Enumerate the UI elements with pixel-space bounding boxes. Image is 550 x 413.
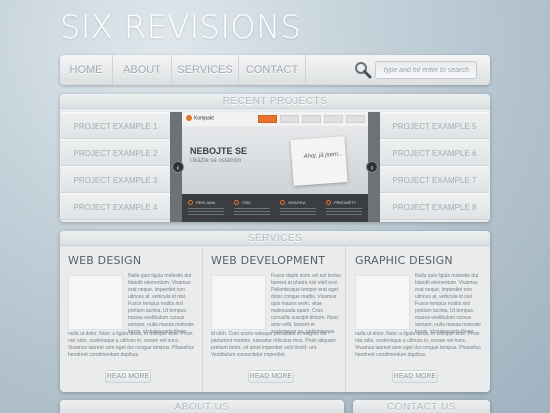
slide-brand-label: Kompakt (194, 115, 214, 122)
project-link[interactable]: PROJECT EXAMPLE 6 (380, 139, 489, 166)
feature-icon (326, 200, 331, 205)
service-web-development: WEB DEVELOPMENT Fusce dapib enim vel est… (203, 246, 346, 392)
nav-contact[interactable]: CONTACT (239, 55, 306, 85)
feature-label: TISK (242, 200, 251, 205)
slide-menu-tab (346, 115, 365, 123)
main-navigation: HOME ABOUT SERVICES CONTACT (60, 55, 490, 85)
feature-label: GRAFIKA (288, 200, 306, 205)
project-link[interactable]: PROJECT EXAMPLE 3 (61, 166, 170, 193)
feature-icon (280, 200, 285, 205)
search-input[interactable] (375, 61, 477, 79)
service-heading: GRAPHIC DESIGN (355, 254, 453, 267)
contact-title: CONTACT US (353, 400, 490, 413)
feature-text-lines (234, 208, 270, 216)
slide-subline: Ukážte se ostatním (190, 158, 242, 164)
feature-label: REKLAMA (196, 200, 216, 205)
project-link[interactable]: PROJECT EXAMPLE 1 (61, 112, 170, 139)
services-panel: SERVICES WEB DESIGN Nulla quis ligula mo… (60, 231, 490, 392)
read-more-button[interactable]: READ MORE (392, 370, 438, 383)
search-icon[interactable] (354, 61, 372, 79)
project-link[interactable]: PROJECT EXAMPLE 2 (61, 139, 170, 166)
slider-prev-button[interactable]: ‹ (172, 161, 184, 173)
feature-text-lines (280, 208, 316, 216)
slide-features: REKLAMA TISK GRAFIKA PŘEDMĚTY (182, 194, 368, 222)
about-title: ABOUT US (60, 400, 344, 413)
read-more-button[interactable]: READ MORE (105, 370, 151, 383)
slide-feature: REKLAMA (186, 198, 228, 218)
service-text: Nulla quis ligula molestie dui blandit e… (128, 273, 194, 335)
nav-home[interactable]: HOME (60, 55, 113, 85)
slider-next-button[interactable]: › (366, 161, 378, 173)
slide-feature: TISK (232, 198, 274, 218)
feature-text-lines (326, 208, 362, 216)
service-text: Nulla quis ligula molestie dui blandit e… (415, 273, 481, 335)
project-link[interactable]: PROJECT EXAMPLE 4 (61, 193, 170, 220)
slide-menu-tab (280, 115, 299, 123)
service-heading: WEB DEVELOPMENT (211, 254, 326, 267)
service-text: id nibh. Cum sociis natoque penatibus et… (211, 331, 336, 358)
slide-menu-tab (324, 115, 343, 123)
feature-icon (188, 200, 193, 205)
contact-panel: CONTACT US (353, 400, 490, 413)
slide-sign-image: Ahoj, já jsem... (290, 136, 348, 186)
project-list-left: PROJECT EXAMPLE 1 PROJECT EXAMPLE 2 PROJ… (61, 112, 170, 220)
service-heading: WEB DESIGN (68, 254, 142, 267)
recent-projects-panel: RECENT PROJECTS PROJECT EXAMPLE 1 PROJEC… (60, 94, 490, 222)
site-logo[interactable]: SIX REVISIONS (60, 8, 301, 46)
slide-menu-tab (258, 115, 277, 123)
service-text: nulla ut dolor. Nunc a ligula lacus, et … (68, 331, 194, 358)
service-web-design: WEB DESIGN Nulla quis ligula molestie du… (60, 246, 203, 392)
project-list-right: PROJECT EXAMPLE 5 PROJECT EXAMPLE 6 PROJ… (380, 112, 489, 220)
slide-feature: PŘEDMĚTY (324, 198, 366, 218)
slide-brand: Kompakt (186, 115, 214, 121)
slide-sign-text: Ahoj, já jsem... (303, 151, 344, 161)
services-title: SERVICES (60, 231, 490, 246)
project-slider[interactable]: Kompakt NEBOJTE SE Ukážte se ostatním Ah… (170, 112, 380, 222)
nav-about[interactable]: ABOUT (113, 55, 172, 85)
read-more-button[interactable]: READ MORE (248, 370, 294, 383)
slide-feature: GRAFIKA (278, 198, 320, 218)
service-graphic-design: GRAPHIC DESIGN Nulla quis ligula molesti… (347, 246, 490, 392)
slide-header-bar: Kompakt (182, 112, 368, 126)
brand-mark-icon (186, 115, 192, 121)
nav-services[interactable]: SERVICES (172, 55, 239, 85)
service-text: nulla ut dolor. Nunc a ligula lacus, et … (355, 331, 481, 358)
feature-label: PŘEDMĚTY (334, 200, 357, 205)
feature-text-lines (188, 208, 224, 216)
slide-headline: NEBOJTE SE (190, 146, 248, 156)
service-text: Fusce dapib enim vel est lectus laoreet … (271, 273, 341, 335)
service-thumbnail (211, 275, 266, 330)
feature-icon (234, 200, 239, 205)
recent-projects-title: RECENT PROJECTS (60, 94, 490, 109)
slide-hero: NEBOJTE SE Ukážte se ostatním Ahoj, já j… (182, 126, 368, 194)
service-thumbnail (68, 275, 123, 330)
project-link[interactable]: PROJECT EXAMPLE 5 (380, 112, 489, 139)
project-link[interactable]: PROJECT EXAMPLE 8 (380, 193, 489, 220)
service-thumbnail (355, 275, 410, 330)
slide-menu-tab (302, 115, 321, 123)
project-link[interactable]: PROJECT EXAMPLE 7 (380, 166, 489, 193)
about-panel: ABOUT US (60, 400, 344, 413)
